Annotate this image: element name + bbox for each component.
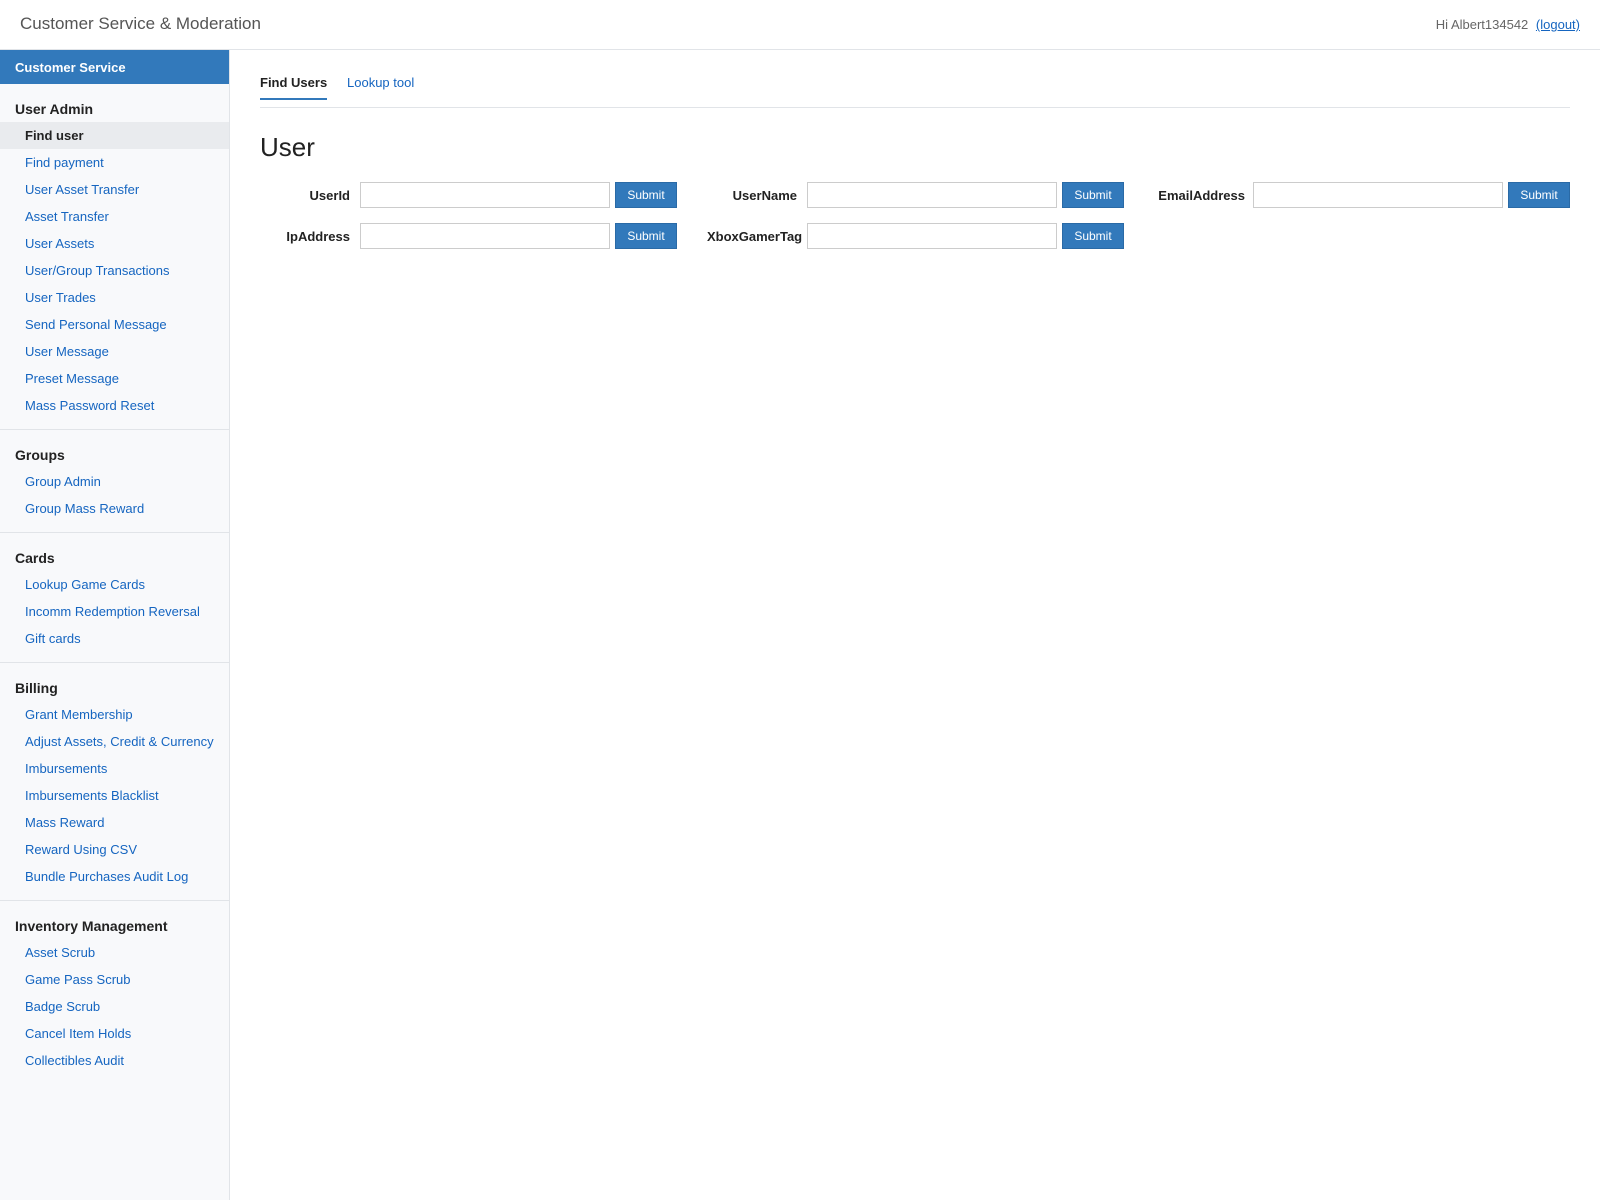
xbox-label: XboxGamerTag [707,229,803,244]
sidebar-section-title: Cards [15,550,55,566]
sidebar-section-groups: Groups Group Admin Group Mass Reward [0,430,229,533]
sidebar-item-mass-reward[interactable]: Mass Reward [0,809,229,836]
user-area: Hi Albert134542 (logout) [1436,17,1580,32]
logout-link[interactable]: (logout) [1536,17,1580,32]
sidebar-item-badge-scrub[interactable]: Badge Scrub [0,993,229,1020]
sidebar: Customer Service User Admin Find user Fi… [0,50,230,1200]
sidebar-item-asset-transfer[interactable]: Asset Transfer [0,203,229,230]
sidebar-item-group-mass-reward[interactable]: Group Mass Reward [0,495,229,522]
email-label: EmailAddress [1158,188,1245,203]
sidebar-item-find-user[interactable]: Find user [0,122,229,149]
main-content: Find Users Lookup tool User UserId Submi… [260,50,1570,249]
tab-bar: Find Users Lookup tool [260,50,1570,108]
username-input[interactable] [807,182,1057,208]
userid-submit-button[interactable]: Submit [615,182,677,208]
sidebar-section-cards: Cards Lookup Game Cards Incomm Redemptio… [0,533,229,663]
sidebar-item-mass-password-reset[interactable]: Mass Password Reset [0,392,229,419]
username-submit-button[interactable]: Submit [1062,182,1124,208]
sidebar-item-incomm-redemption-reversal[interactable]: Incomm Redemption Reversal [0,598,229,625]
user-greeting: Hi Albert134542 [1435,17,1529,32]
sidebar-item-lookup-game-cards[interactable]: Lookup Game Cards [0,571,229,598]
sidebar-item-user-trades[interactable]: User Trades [0,284,229,311]
sidebar-item-bundle-purchases-audit-log[interactable]: Bundle Purchases Audit Log [0,863,229,890]
ip-label: IpAddress [286,229,350,244]
sidebar-item-collectibles-audit[interactable]: Collectibles Audit [0,1047,229,1074]
ip-input[interactable] [360,223,610,249]
userid-label: UserId [309,188,350,203]
sidebar-item-user-asset-transfer[interactable]: User Asset Transfer [0,176,229,203]
sidebar-item-asset-scrub[interactable]: Asset Scrub [0,939,229,966]
sidebar-heading[interactable]: Customer Service [0,50,229,84]
app-title: Customer Service & Moderation [20,14,261,33]
sidebar-section-inventory-management: Inventory Management Asset Scrub Game Pa… [0,901,229,1084]
sidebar-item-imbursements-blacklist[interactable]: Imbursements Blacklist [0,782,229,809]
page-title: User [260,132,315,162]
sidebar-item-game-pass-scrub[interactable]: Game Pass Scrub [0,966,229,993]
sidebar-section-title: Billing [15,680,58,696]
sidebar-item-preset-message[interactable]: Preset Message [0,365,229,392]
sidebar-section-title: Groups [15,447,65,463]
sidebar-section-title: Inventory Management [15,918,168,934]
sidebar-item-grant-membership[interactable]: Grant Membership [0,701,229,728]
sidebar-item-cancel-item-holds[interactable]: Cancel Item Holds [0,1020,229,1047]
email-submit-button[interactable]: Submit [1508,182,1570,208]
email-input[interactable] [1253,182,1503,208]
sidebar-item-user-message[interactable]: User Message [0,338,229,365]
xbox-submit-button[interactable]: Submit [1062,223,1124,249]
sidebar-item-imbursements[interactable]: Imbursements [0,755,229,782]
userid-input[interactable] [360,182,610,208]
sidebar-item-reward-using-csv[interactable]: Reward Using CSV [0,836,229,863]
sidebar-section-billing: Billing Grant Membership Adjust Assets, … [0,663,229,901]
xbox-input[interactable] [807,223,1057,249]
tab-find-users[interactable]: Find Users [260,75,328,100]
username-label: UserName [732,188,797,203]
top-header: Customer Service & Moderation Hi Albert1… [0,0,1600,50]
sidebar-item-find-payment[interactable]: Find payment [0,149,229,176]
sidebar-item-user-assets[interactable]: User Assets [0,230,229,257]
sidebar-section-title: User Admin [15,101,94,117]
sidebar-item-user-group-transactions[interactable]: User/Group Transactions [0,257,229,284]
tab-lookup-tool[interactable]: Lookup tool [347,75,414,98]
ip-submit-button[interactable]: Submit [615,223,677,249]
sidebar-item-group-admin[interactable]: Group Admin [0,468,229,495]
sidebar-item-adjust-assets[interactable]: Adjust Assets, Credit & Currency [0,728,229,755]
sidebar-section-user-admin: User Admin Find user Find payment User A… [0,84,229,430]
sidebar-item-send-personal-message[interactable]: Send Personal Message [0,311,229,338]
sidebar-item-gift-cards[interactable]: Gift cards [0,625,229,652]
